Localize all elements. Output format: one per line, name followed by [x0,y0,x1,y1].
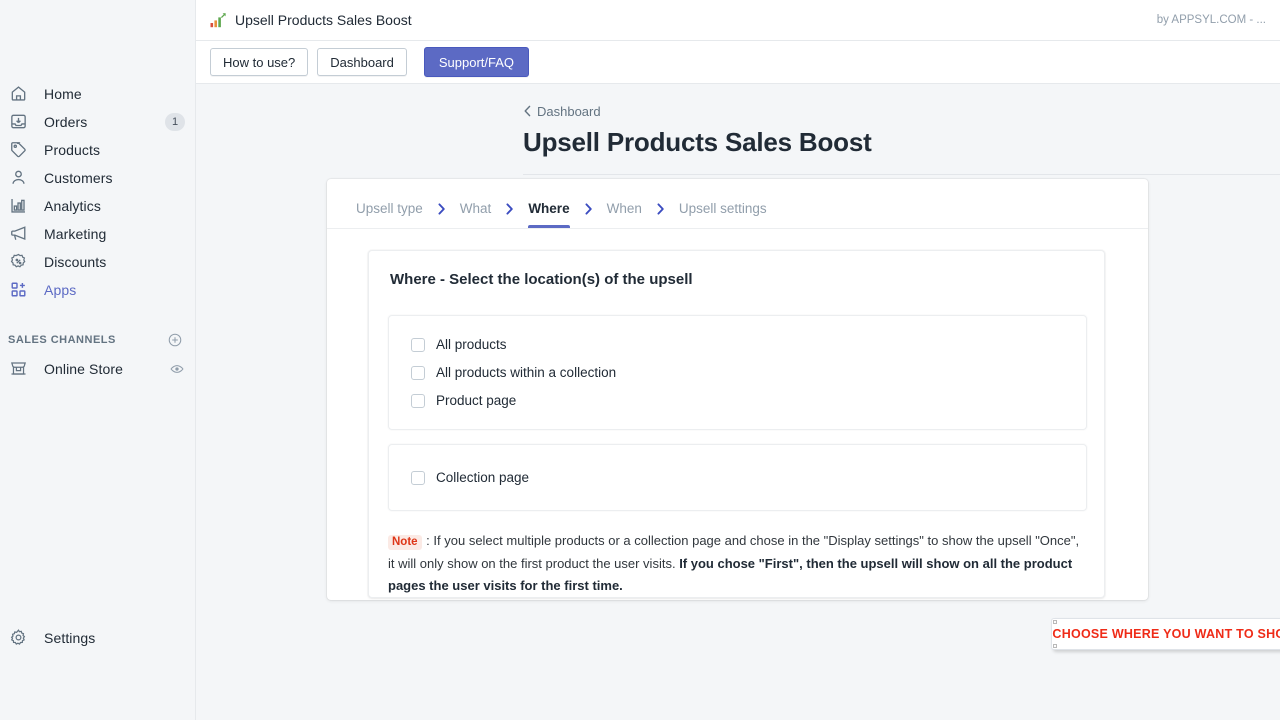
sidebar-item-label: Orders [44,114,87,130]
sidebar-item-label: Online Store [44,361,123,377]
sidebar-item-label: Settings [44,630,95,646]
sidebar-item-label: Discounts [44,254,106,270]
sidebar-item-label: Analytics [44,198,101,214]
chevron-right-icon [423,203,460,227]
orders-count-badge: 1 [165,113,185,131]
eye-icon[interactable] [169,361,185,377]
where-panel: Where - Select the location(s) of the up… [368,250,1105,598]
step-upsell-type[interactable]: Upsell type [356,201,423,228]
chevron-left-icon [523,105,532,117]
sidebar-item-customers[interactable]: Customers [0,164,195,191]
callout-overlay[interactable]: CHOOSE WHERE YOU WANT TO SHOW YOUR UPSEL… [1051,618,1280,650]
app-bar-title: Upsell Products Sales Boost [235,12,412,28]
checkbox-row-all-products[interactable]: All products [389,332,1086,357]
checkbox-label: All products within a collection [436,365,616,380]
step-when[interactable]: When [607,201,642,228]
apps-grid-plus-icon [8,280,28,300]
note-text: Note : If you select multiple products o… [388,530,1087,597]
app-root: Home Orders 1 [0,0,1280,720]
orders-icon [8,112,28,132]
marketing-megaphone-icon [8,224,28,244]
page-content: Dashboard Upsell Products Sales Boost [196,84,1280,175]
sales-channels-section-header: SALES CHANNELS [0,325,195,355]
title-divider [523,174,1280,175]
customers-icon [8,168,28,188]
checkbox-all-products[interactable] [411,338,425,352]
chevron-right-icon [642,203,679,227]
callout-text: CHOOSE WHERE YOU WANT TO SHOW YOUR UPSEL… [1052,627,1280,641]
gear-icon [8,628,28,648]
sales-channels-title: SALES CHANNELS [8,334,116,346]
plus-circle-icon[interactable] [167,332,183,348]
products-tag-icon [8,140,28,160]
breadcrumb-label: Dashboard [537,104,601,119]
step-where[interactable]: Where [528,201,569,228]
home-icon [8,84,28,104]
app-bars-chart-icon [210,12,226,28]
how-to-use-button[interactable]: How to use? [210,48,308,76]
note-badge: Note [388,535,422,550]
checkbox-collection-page[interactable] [411,471,425,485]
sidebar-item-label: Apps [44,282,76,298]
sidebar-item-label: Customers [44,170,113,186]
resize-handle-bottom-left[interactable] [1053,644,1057,648]
main-area: Upsell Products Sales Boost by APPSYL.CO… [196,0,1280,720]
page-title: Upsell Products Sales Boost [523,127,1280,158]
app-attribution: by APPSYL.COM - ... [1157,14,1266,26]
sidebar-item-discounts[interactable]: Discounts [0,248,195,275]
support-faq-button[interactable]: Support/FAQ [424,47,529,77]
sidebar-item-home[interactable]: Home [0,80,195,107]
sidebar-item-analytics[interactable]: Analytics [0,192,195,219]
online-store-icon [8,359,28,379]
sidebar-bottom: Settings [0,624,196,652]
sidebar-item-label: Products [44,142,100,158]
app-action-bar: How to use? Dashboard Support/FAQ [196,41,1280,84]
analytics-bars-icon [8,196,28,216]
checkbox-label: Product page [436,393,516,408]
sidebar-item-marketing[interactable]: Marketing [0,220,195,247]
checkbox-product-page[interactable] [411,394,425,408]
wizard-steps: Upsell type What Where When Upsell setti… [327,179,1148,229]
sidebar: Home Orders 1 [0,0,196,720]
sidebar-nav-list: Home Orders 1 [0,0,195,382]
chevron-right-icon [491,203,528,227]
sidebar-item-label: Marketing [44,226,106,242]
checkbox-row-collection-page[interactable]: Collection page [389,465,1086,490]
step-what[interactable]: What [460,201,492,228]
note-colon: : [423,533,434,548]
sidebar-item-settings[interactable]: Settings [0,624,196,651]
checkbox-row-all-products-within-collection[interactable]: All products within a collection [389,360,1086,385]
resize-handle-top-left[interactable] [1053,620,1057,624]
sidebar-item-label: Home [44,86,82,102]
chevron-right-icon [570,203,607,227]
checkbox-all-products-within-collection[interactable] [411,366,425,380]
checkbox-label: Collection page [436,470,529,485]
panel-heading: Where - Select the location(s) of the up… [369,271,1104,288]
sidebar-item-orders[interactable]: Orders 1 [0,108,195,135]
location-group-collection: Collection page [388,444,1087,511]
step-upsell-settings[interactable]: Upsell settings [679,201,767,228]
discounts-badge-icon [8,252,28,272]
breadcrumb[interactable]: Dashboard [523,102,1280,120]
app-title-bar: Upsell Products Sales Boost by APPSYL.CO… [196,0,1280,41]
dashboard-button[interactable]: Dashboard [317,48,407,76]
sidebar-item-apps[interactable]: Apps [0,276,195,303]
sidebar-item-products[interactable]: Products [0,136,195,163]
upsell-wizard-card: Upsell type What Where When Upsell setti… [327,179,1148,600]
sidebar-item-online-store[interactable]: Online Store [0,355,195,382]
checkbox-row-product-page[interactable]: Product page [389,388,1086,413]
location-group-products: All products All products within a colle… [388,315,1087,430]
checkbox-label: All products [436,337,507,352]
